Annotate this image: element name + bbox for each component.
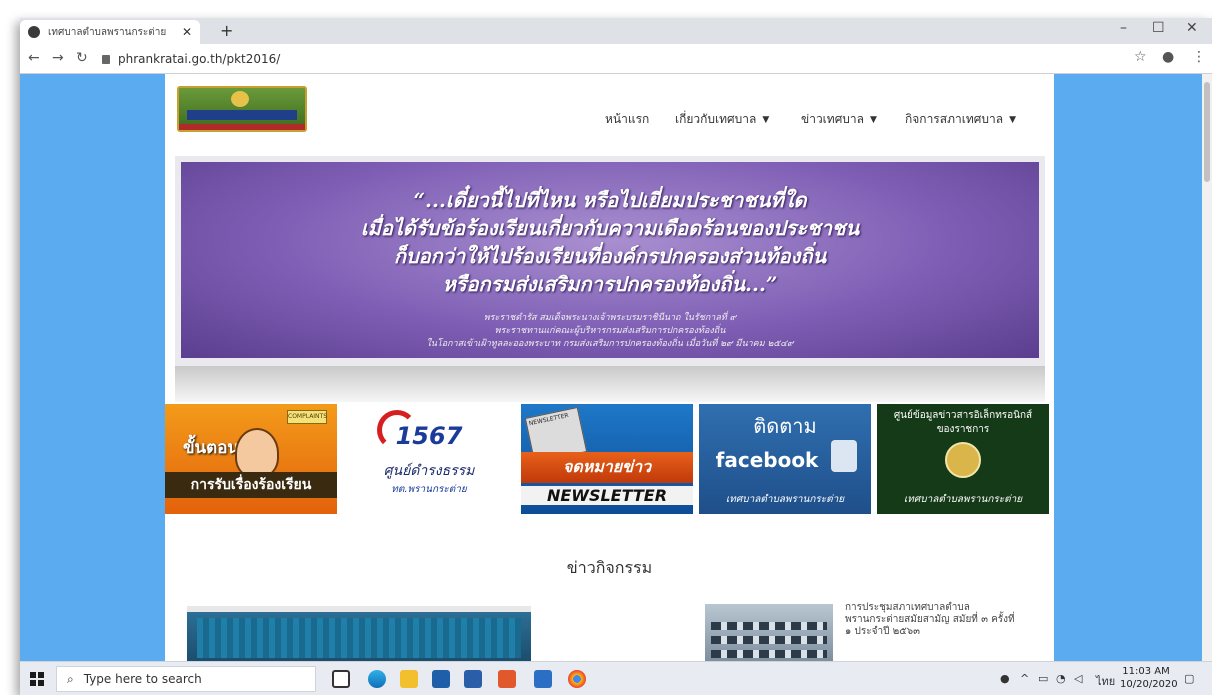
tile-text: ติดตาม [753,414,817,438]
url-text: phrankratai.go.th/pkt2016/ [118,52,281,66]
cartoon-icon [235,428,279,478]
word-icon[interactable] [534,670,552,688]
news-photo-thumb[interactable] [705,604,833,661]
address-bar: ← → ↻ phrankratai.go.th/pkt2016/ ☆ ● ⋮ [20,44,1212,74]
bookmark-star-icon[interactable]: ☆ [1134,49,1147,65]
chevron-down-icon: ▼ [1009,114,1016,125]
back-icon[interactable]: ← [28,50,40,66]
url-field[interactable]: phrankratai.go.th/pkt2016/ [102,49,1122,69]
clock-date: 10/20/2020 [1120,679,1178,690]
site-favicon-icon [28,26,40,38]
clock[interactable]: 11:03 AM 10/20/2020 [1120,665,1178,691]
nav-label: หน้าแรก [605,112,650,126]
tile-text: ของราชการ [936,424,990,435]
tile-text: facebook [715,448,819,472]
menu-dots-icon[interactable]: ⋮ [1192,49,1206,65]
tile-text: การรับเรื่องร้องเรียน [165,472,337,498]
lock-icon [102,54,110,64]
taskbar: ⌕ Type here to search ● ^ ▭ ◔ ◁ ไทย 11:0… [20,661,1212,695]
tab-close-icon[interactable]: ✕ [182,25,192,39]
language-indicator[interactable]: ไทย [1096,672,1115,690]
taskbar-search[interactable]: ⌕ Type here to search [56,666,316,692]
close-window-icon[interactable]: ✕ [1186,20,1198,36]
banner-caption: พระราชทานแก่คณะผู้บริหารกรมส่งเสริมการปก… [494,326,726,336]
search-placeholder: Type here to search [83,672,202,686]
chrome-icon[interactable] [568,670,586,688]
tile-text: จดหมายข่าว [521,452,693,483]
nav-about[interactable]: เกี่ยวกับเทศบาล ▼ [675,110,769,129]
news-photo-large[interactable] [187,606,531,661]
tile-complaints[interactable]: COMPLAINTS ขั้นตอน การรับเรื่องร้องเรียน [165,404,337,514]
nav-label: ข่าวเทศบาล [801,112,865,126]
tile-text: NEWSLETTER [521,486,693,505]
banner-caption: ในโอกาสเข้าเฝ้าทูลละอองพระบาท กรมส่งเสริ… [426,339,794,349]
store-icon[interactable] [432,670,450,688]
volume-icon[interactable]: ◁ [1074,672,1082,685]
newspaper-tag: NEWSLETTER [528,412,570,428]
news-headline-link[interactable]: การประชุมสภาเทศบาลตำบลพรานกระต่ายสมัยสาม… [845,602,1015,638]
app-icon[interactable] [498,670,516,688]
reload-icon[interactable]: ↻ [76,50,88,66]
hotline-number: 1567 [395,422,463,450]
edge-icon[interactable] [368,670,386,688]
network-icon[interactable]: ◔ [1056,672,1066,685]
browser-window: เทศบาลตำบลพรานกระต่าย ✕ + – ☐ ✕ ← → ↻ ph… [20,18,1212,695]
emblem-icon [231,91,249,107]
new-tab-icon[interactable]: + [220,21,233,40]
search-icon: ⌕ [67,671,74,686]
page-viewport: หน้าแรก เกี่ยวกับเทศบาล ▼ ข่าวเทศบาล ▼ ก… [20,74,1212,661]
tray-chevron-icon[interactable]: ^ [1020,672,1029,685]
nav-label: เกี่ยวกับเทศบาล [675,112,757,126]
tile-text: เทศบาลตำบลพรานกระต่าย [903,494,1023,505]
file-explorer-icon[interactable] [400,670,418,688]
banner-caption: พระราชดำรัส สมเด็จพระนางเจ้าพระบรมราชินี… [483,313,737,323]
browser-tab[interactable]: เทศบาลตำบลพรานกระต่าย ✕ [20,20,200,44]
complaints-sign: COMPLAINTS [287,410,327,424]
thumbs-up-icon [831,440,857,472]
tile-text: ทต.พรานกระต่าย [391,484,467,495]
hero-banner: “...เดี๋ยวนี้ไปที่ไหน หรือไปเยี่ยมประชาช… [175,156,1045,366]
seal-icon [945,442,981,478]
tile-info-center[interactable]: ศูนย์ข้อมูลข่าวสารอิเล็กทรอนิกส์ ของราชก… [877,404,1049,514]
task-view-icon[interactable] [332,670,350,688]
windows-start-icon[interactable] [30,672,44,686]
tile-text: ศูนย์ดำรงธรรม [383,463,475,479]
clock-time: 11:03 AM [1122,666,1170,677]
notification-icon[interactable]: ▢ [1184,672,1194,685]
site-content: หน้าแรก เกี่ยวกับเทศบาล ▼ ข่าวเทศบาล ▼ ก… [165,74,1054,661]
tab-title: เทศบาลตำบลพรานกระต่าย [48,26,167,38]
tile-text: ศูนย์ข้อมูลข่าวสารอิเล็กทรอนิกส์ [893,410,1033,421]
nav-council[interactable]: กิจการสภาเทศบาล ▼ [905,110,1016,129]
scrollbar-thumb[interactable] [1204,82,1210,182]
minimize-icon[interactable]: – [1120,20,1127,36]
site-logo[interactable] [177,86,307,132]
section-title: ข่าวกิจกรรม [566,558,653,577]
people-icon[interactable]: ● [1000,672,1010,685]
tile-newsletter[interactable]: NEWSLETTER จดหมายข่าว NEWSLETTER [521,404,693,514]
nav-news[interactable]: ข่าวเทศบาล ▼ [801,110,877,129]
forward-icon[interactable]: → [52,50,64,66]
maximize-icon[interactable]: ☐ [1152,20,1165,36]
battery-icon: ▭ [1038,672,1049,685]
tile-damrongdhama[interactable]: 1567 ศูนย์ดำรงธรรม ทต.พรานกระต่าย [343,404,515,514]
profile-icon[interactable]: ● [1162,49,1174,65]
nav-label: กิจการสภาเทศบาล [905,112,1004,126]
banner-line: หรือกรมส่งเสริมการปกครองท้องถิ่น...” [442,272,778,296]
chevron-down-icon: ▼ [762,114,770,125]
scrollbar[interactable] [1202,74,1212,661]
nav-home[interactable]: หน้าแรก [605,110,649,129]
tab-bar: เทศบาลตำบลพรานกระต่าย ✕ + – ☐ ✕ [20,18,1212,44]
dropbox-icon[interactable] [464,670,482,688]
tile-text: เทศบาลตำบลพรานกระต่าย [725,494,845,505]
tile-facebook[interactable]: ติดตาม facebook เทศบาลตำบลพรานกระต่าย [699,404,871,514]
chevron-down-icon: ▼ [870,114,877,125]
